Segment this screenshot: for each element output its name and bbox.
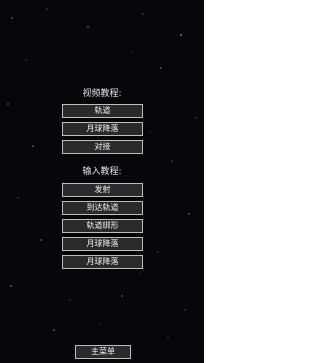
input-orbit-shape-button[interactable]: 轨道绑形 <box>62 219 143 233</box>
input-moon-landing-2-button[interactable]: 月球降落 <box>62 255 143 269</box>
video-moon-landing-button[interactable]: 月球降落 <box>62 122 143 136</box>
input-reach-orbit-button[interactable]: 到达轨道 <box>62 201 143 215</box>
input-launch-button[interactable]: 发射 <box>62 183 143 197</box>
input-moon-landing-button[interactable]: 月球降落 <box>62 237 143 251</box>
video-tutorials-heading: 视频教程: <box>82 89 122 99</box>
input-tutorials-heading: 输入教程: <box>82 167 122 177</box>
tutorial-menu-screen: 视频教程: 轨道 月球降落 对接 输入教程: 发射 到达轨道 轨道绑形 月球降落… <box>0 0 204 363</box>
main-menu-button[interactable]: 主菜单 <box>75 345 131 359</box>
starfield-background <box>7 8 197 339</box>
video-orbit-button[interactable]: 轨道 <box>62 104 143 118</box>
video-docking-button[interactable]: 对接 <box>62 140 143 154</box>
